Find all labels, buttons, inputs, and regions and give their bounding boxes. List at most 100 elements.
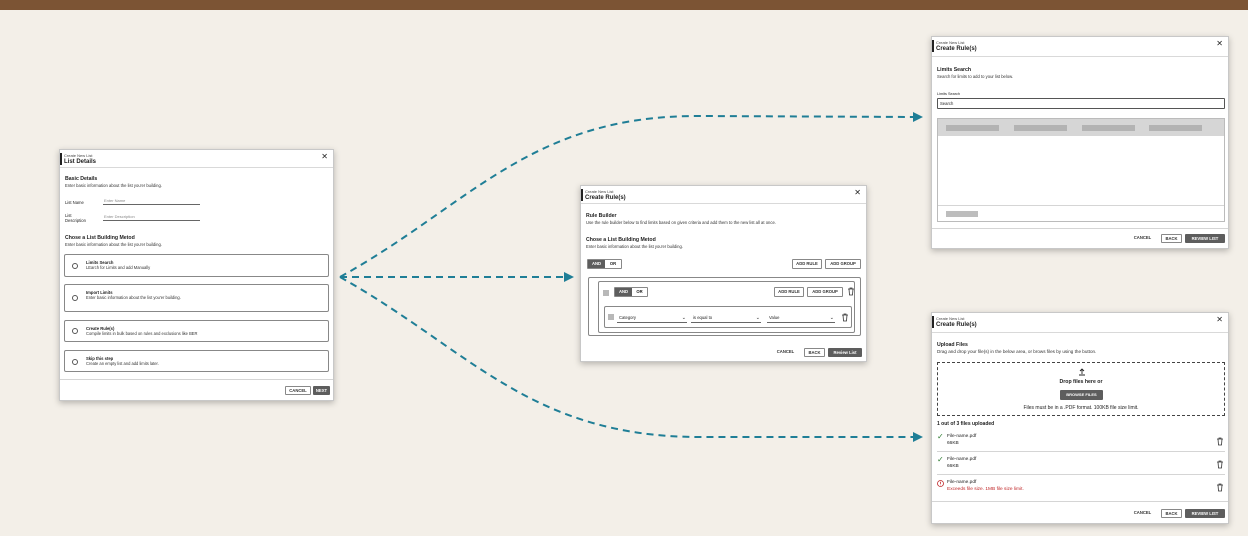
- operator-select[interactable]: is equal to ⌄: [691, 313, 761, 323]
- file-drop-zone[interactable]: Drop files here or BROWSE FILES Files mu…: [937, 362, 1225, 416]
- drag-handle-icon[interactable]: [603, 290, 609, 296]
- list-description-label-2: Description: [65, 218, 86, 223]
- drag-handle-icon[interactable]: [608, 314, 614, 320]
- and-option[interactable]: AND: [615, 288, 632, 296]
- pagination-placeholder: [946, 211, 978, 217]
- limits-search-field-label: Limits Search: [937, 92, 961, 96]
- option-create-rules[interactable]: Create Rule(s) Compile limits in bulk ba…: [64, 320, 329, 342]
- rule-group-outer: AND OR ADD RULE ADD GROUP Category ⌄ is …: [588, 277, 861, 336]
- modal-subtitle: Create New List: [936, 40, 965, 45]
- option-desc: Enter basic information about the list y…: [86, 295, 181, 300]
- review-list-button[interactable]: REVIEW LIST: [1185, 234, 1225, 243]
- chevron-down-icon: ⌄: [829, 315, 834, 321]
- modal-subtitle: Create New List: [64, 153, 93, 158]
- limits-search-modal: Create New List Create Rule(s) ✕ Limits …: [931, 36, 1229, 249]
- footer-divider: [932, 501, 1228, 502]
- modal-title: Create Rule(s): [936, 322, 977, 328]
- or-option[interactable]: OR: [632, 288, 647, 296]
- file-item: ✓ File-name.pdf 66KB: [932, 430, 1228, 453]
- limits-search-title: Limits Search: [937, 67, 972, 73]
- option-desc: LEarch for Limits and add Manually: [86, 265, 151, 270]
- rule-row: Category ⌄ is equal to ⌄ Value ⌄: [604, 306, 852, 328]
- field-select[interactable]: Category ⌄: [617, 313, 687, 323]
- list-name-input[interactable]: Enter Name: [103, 198, 200, 205]
- add-group-button[interactable]: ADD GROUP: [825, 259, 861, 269]
- file-error-message: Exceeds file size. 1MB file size limit.: [947, 487, 1024, 492]
- trash-icon[interactable]: [841, 313, 849, 322]
- modal-header: Create New List Create Rule(s) ✕: [581, 186, 866, 204]
- column-header-placeholder: [1082, 125, 1135, 131]
- outer-and-or-toggle[interactable]: AND OR: [587, 259, 622, 269]
- file-name: File-name.pdf: [947, 480, 977, 485]
- option-desc: Compile limits in bulk based on rules an…: [86, 331, 198, 336]
- list-name-label: List Name: [65, 200, 84, 205]
- option-desc: Create an empty list and add limits late…: [86, 361, 159, 366]
- trash-icon[interactable]: [1216, 483, 1224, 492]
- radio-import-limits[interactable]: [72, 295, 78, 301]
- trash-icon[interactable]: [847, 287, 855, 296]
- chevron-down-icon: ⌄: [755, 315, 760, 321]
- rule-builder-title: Rule Builder: [586, 213, 617, 219]
- inner-and-or-toggle[interactable]: AND OR: [614, 287, 648, 297]
- column-header-placeholder: [1014, 125, 1067, 131]
- and-option[interactable]: AND: [588, 260, 605, 268]
- list-description-input[interactable]: Enter Description: [103, 214, 200, 221]
- close-icon[interactable]: ✕: [321, 153, 328, 161]
- rule-group-inner: AND OR ADD RULE ADD GROUP Category ⌄ is …: [598, 281, 855, 333]
- close-icon[interactable]: ✕: [1216, 316, 1223, 324]
- modal-title: List Details: [64, 159, 97, 165]
- connector-to-rule-builder: [340, 272, 574, 282]
- radio-create-rules[interactable]: [72, 328, 78, 334]
- option-skip-step[interactable]: Skip this step Create an empty list and …: [64, 350, 329, 372]
- review-list-button[interactable]: REVIEW LIST: [1185, 509, 1225, 518]
- add-rule-button[interactable]: ADD RULE: [774, 287, 804, 297]
- footer-divider: [932, 228, 1228, 229]
- cancel-button[interactable]: CANCEL: [1128, 234, 1157, 243]
- close-icon[interactable]: ✕: [1216, 40, 1223, 48]
- basic-details-section: Basic Details Enter basic information ab…: [65, 176, 162, 188]
- trash-icon[interactable]: [1216, 437, 1224, 446]
- list-details-modal: Create New List List Details ✕ Basic Det…: [59, 149, 334, 401]
- add-group-button[interactable]: ADD GROUP: [807, 287, 843, 297]
- radio-limits-search[interactable]: [72, 263, 78, 269]
- or-option[interactable]: OR: [605, 260, 621, 268]
- back-button[interactable]: BACK: [804, 348, 825, 357]
- cancel-button[interactable]: CANCEL: [285, 386, 311, 395]
- option-limits-search[interactable]: Limits Search LEarch for Limits and add …: [64, 254, 329, 277]
- trash-icon[interactable]: [1216, 460, 1224, 469]
- file-item-error: File-name.pdf Exceeds file size. 1MB fil…: [932, 476, 1228, 499]
- upload-files-modal: Create New List Create Rule(s) ✕ Upload …: [931, 312, 1229, 524]
- footer-divider: [60, 379, 333, 380]
- table-footer-divider: [938, 205, 1224, 206]
- limits-search-desc: Search for limits to add to your list be…: [937, 74, 1014, 79]
- method-title: Chose a List Building Metod: [65, 235, 135, 241]
- back-button[interactable]: BACK: [1161, 509, 1182, 518]
- modal-subtitle: Create New List: [936, 316, 965, 321]
- review-list-button[interactable]: Review List: [828, 348, 862, 357]
- upload-title: Upload Files: [937, 342, 968, 348]
- column-header-placeholder: [1149, 125, 1202, 131]
- drop-zone-text: Drop files here or: [1059, 379, 1103, 385]
- limits-search-input[interactable]: Search: [937, 98, 1225, 109]
- modal-subtitle: Create New List: [585, 189, 614, 194]
- add-rule-button[interactable]: ADD RULE: [792, 259, 822, 269]
- method-desc: Enter basic information about the list y…: [586, 244, 683, 249]
- cancel-button[interactable]: CANCEL: [1128, 509, 1157, 518]
- rule-builder-desc: Use the rule builder below to find limit…: [586, 220, 776, 225]
- upload-desc: Drag and drop your file(s) in the below …: [937, 349, 1097, 354]
- format-note: Files must be in a .PDF format. 100KB fi…: [1023, 405, 1139, 411]
- column-header-placeholder: [946, 125, 999, 131]
- back-button[interactable]: BACK: [1161, 234, 1182, 243]
- operator-select-value: is equal to: [693, 315, 713, 320]
- next-button[interactable]: NEXT: [313, 386, 330, 395]
- close-icon[interactable]: ✕: [854, 189, 861, 197]
- basic-details-desc: Enter basic information about the list y…: [65, 183, 162, 188]
- browse-files-button[interactable]: BROWSE FILES: [1060, 390, 1103, 400]
- limits-search-section: Limits Search Search for limits to add t…: [937, 67, 1013, 79]
- radio-skip-step[interactable]: [72, 359, 78, 365]
- cancel-button[interactable]: CANCEL: [774, 348, 797, 357]
- table-header: [938, 119, 1224, 136]
- value-select[interactable]: Value ⌄: [767, 313, 835, 323]
- option-import-limits[interactable]: Import Limits Enter basic information ab…: [64, 284, 329, 312]
- upload-status: 1 out of 3 files uploaded: [937, 421, 995, 427]
